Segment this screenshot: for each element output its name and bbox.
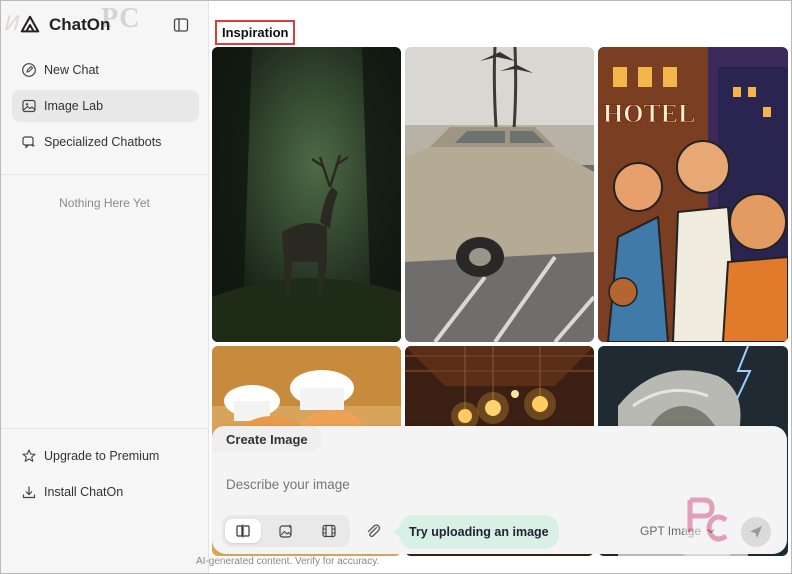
- svg-text:HOTEL: HOTEL: [603, 99, 695, 128]
- main-content: Inspiration HOTEL Create Image Describe …: [210, 1, 791, 573]
- sidebar: Ͷ PC ChatOn New Chat Image Lab Specializ…: [1, 1, 209, 573]
- empty-state-text: Nothing Here Yet: [59, 196, 150, 210]
- brand[interactable]: ChatOn: [19, 14, 110, 36]
- upgrade-premium-button[interactable]: Upgrade to Premium: [12, 440, 199, 472]
- send-button[interactable]: [741, 517, 771, 547]
- mode-enhance-button[interactable]: [268, 519, 304, 543]
- sidebar-nav: New Chat Image Lab Specialized Chatbots: [12, 54, 199, 162]
- sidebar-toggle-icon[interactable]: [173, 17, 189, 33]
- film-strip-icon: [322, 524, 336, 538]
- tile-vintage-car[interactable]: [405, 47, 594, 342]
- split-view-icon: [236, 524, 250, 538]
- send-icon: [750, 526, 762, 538]
- tile-hotel-cartoon[interactable]: HOTEL: [598, 47, 788, 342]
- mode-film-button[interactable]: [311, 519, 347, 543]
- create-image-tab[interactable]: Create Image: [212, 426, 322, 452]
- new-chat-icon: [22, 63, 36, 77]
- sidebar-item-label: Specialized Chatbots: [44, 135, 162, 149]
- mode-selector: [222, 515, 350, 547]
- image-icon: [22, 99, 36, 113]
- sidebar-divider: [1, 174, 208, 175]
- tile-forest-deer[interactable]: [212, 47, 401, 342]
- install-chaton-button[interactable]: Install ChatOn: [12, 476, 199, 508]
- sidebar-item-label: Install ChatOn: [44, 485, 124, 499]
- download-icon: [22, 486, 36, 499]
- sidebar-item-label: Image Lab: [44, 99, 104, 113]
- attach-icon[interactable]: [364, 522, 382, 540]
- sidebar-item-new-chat[interactable]: New Chat: [12, 54, 199, 86]
- image-sparkle-icon: [279, 524, 293, 538]
- star-icon: [22, 449, 36, 462]
- chaton-logo-icon: [20, 15, 40, 33]
- chatbot-icon: [22, 136, 35, 149]
- sidebar-item-label: Upgrade to Premium: [44, 449, 160, 463]
- upload-hint-tooltip: Try uploading an image: [393, 515, 559, 549]
- sidebar-item-image-lab[interactable]: Image Lab: [12, 90, 199, 122]
- section-title: Inspiration: [215, 20, 296, 45]
- sidebar-item-label: New Chat: [44, 63, 99, 77]
- sidebar-item-specialized-chatbots[interactable]: Specialized Chatbots: [12, 126, 199, 158]
- mode-compare-button[interactable]: [225, 519, 262, 543]
- watermark-script: Ͷ: [3, 13, 18, 35]
- ai-disclaimer: AI-generated content. Verify for accurac…: [196, 556, 380, 567]
- watermark-logo: [684, 492, 730, 560]
- brand-name: ChatOn: [49, 15, 111, 34]
- sidebar-divider: [1, 428, 208, 429]
- sidebar-bottom-nav: Upgrade to Premium Install ChatOn: [12, 440, 199, 512]
